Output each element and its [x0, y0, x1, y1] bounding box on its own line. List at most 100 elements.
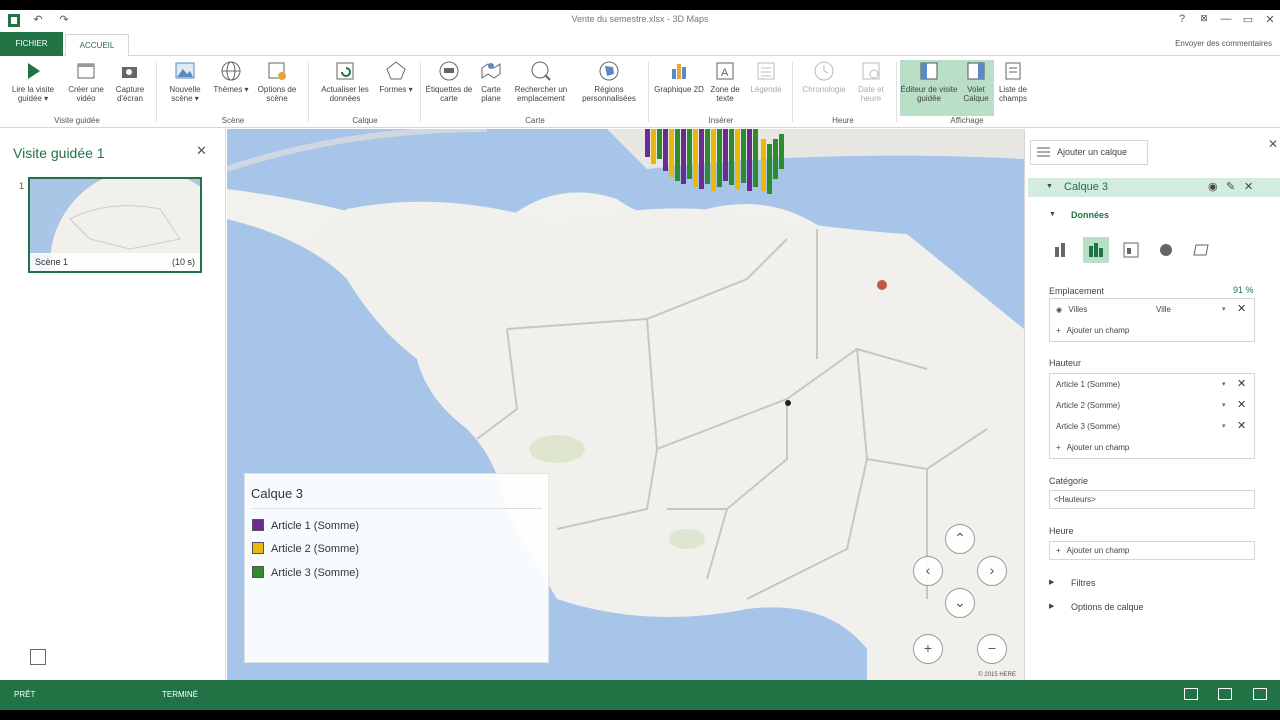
remove-field-icon[interactable]: ✕	[1237, 395, 1246, 416]
normal-view-icon[interactable]	[1184, 688, 1198, 700]
group-separator	[896, 62, 897, 122]
shapes-label: Formes ▾	[379, 85, 413, 94]
height-field-name: Article 3 (Somme)	[1056, 422, 1121, 431]
date-time-button[interactable]: Date et heure	[852, 60, 890, 103]
search-globe-icon	[531, 61, 551, 81]
stacked-column-type-button[interactable]	[1048, 237, 1074, 263]
layer-pane-icon	[967, 62, 985, 80]
add-field-label: Ajouter un champ	[1066, 546, 1130, 555]
timeline-button[interactable]: Chronologie	[796, 60, 852, 94]
chevron-down-icon[interactable]: ▾	[1222, 395, 1226, 416]
capture-button[interactable]: Capture d'écran	[110, 60, 150, 103]
fullscreen-icon[interactable]	[1253, 688, 1267, 700]
tour-panel-close-button[interactable]: ✕	[196, 143, 207, 159]
tilt-up-button[interactable]: ⌃	[945, 524, 975, 554]
field-list-button[interactable]: Liste de champs	[994, 60, 1032, 103]
location-type-value[interactable]: Ville	[1156, 299, 1171, 320]
chevron-down-icon[interactable]: ▾	[1222, 416, 1226, 437]
location-field-row[interactable]: ◉ Villes Ville ▾ ✕	[1050, 299, 1254, 320]
bubble-type-button[interactable]	[1118, 237, 1144, 263]
height-field-row[interactable]: Article 1 (Somme) ▾ ✕	[1050, 374, 1254, 395]
remove-field-icon[interactable]: ✕	[1237, 299, 1246, 320]
scene-options-button[interactable]: Options de scène	[252, 60, 302, 103]
tab-home[interactable]: ACCUEIL	[65, 34, 129, 57]
tour-title: Visite guidée 1	[13, 145, 105, 161]
play-tour-button[interactable]: Lire la visite guidée ▾	[4, 60, 62, 103]
legend-title: Calque 3	[251, 486, 304, 501]
ribbon-display-button[interactable]: ⊠	[1196, 13, 1212, 24]
legend-button[interactable]: Légende	[746, 60, 786, 94]
refresh-data-button[interactable]: Actualiser les données	[314, 60, 376, 103]
zoom-out-button[interactable]: −	[977, 634, 1007, 664]
layer-pane-close-button[interactable]: ✕	[1268, 137, 1278, 151]
tilt-down-button[interactable]: ⌄	[945, 588, 975, 618]
camera-icon	[122, 67, 137, 78]
custom-regions-label: Régions personnalisées	[582, 85, 636, 103]
custom-regions-button[interactable]: Régions personnalisées	[576, 60, 642, 103]
create-video-button[interactable]: Créer une vidéo	[62, 60, 110, 103]
plus-icon: +	[1056, 443, 1061, 452]
shapes-button[interactable]: Formes ▾	[376, 60, 416, 94]
heatmap-type-button[interactable]	[1153, 237, 1179, 263]
group-separator	[156, 62, 157, 122]
height-field-box: Article 1 (Somme) ▾ ✕ Article 2 (Somme) …	[1049, 373, 1255, 459]
category-label: Catégorie	[1049, 476, 1089, 486]
rename-pencil-icon[interactable]: ✎	[1226, 180, 1235, 193]
themes-button[interactable]: Thèmes ▾	[208, 60, 254, 94]
find-location-button[interactable]: Rechercher un emplacement	[508, 60, 574, 103]
add-layer-button[interactable]: Ajouter un calque	[1030, 140, 1148, 165]
bar-chart-icon	[672, 64, 686, 79]
region-type-button[interactable]	[1188, 237, 1214, 263]
flat-map-button[interactable]: Carte plane	[474, 60, 508, 103]
filters-section[interactable]: Filtres	[1071, 578, 1096, 588]
add-field-row[interactable]: + Ajouter un champ	[1050, 437, 1254, 458]
tab-file[interactable]: FICHIER	[0, 32, 63, 56]
close-button[interactable]: ✕	[1262, 13, 1278, 26]
rotate-right-button[interactable]: ›	[977, 556, 1007, 586]
chevron-down-icon[interactable]: ▾	[1222, 374, 1226, 395]
layer-pane-button[interactable]: Volet Calque	[958, 60, 994, 116]
collapse-triangle-icon[interactable]: ▼	[1046, 183, 1053, 190]
layer-header[interactable]: ▼ Calque 3 ◉ ✎ ✕	[1028, 178, 1280, 197]
fit-view-icon[interactable]	[1218, 688, 1232, 700]
location-label: Emplacement	[1049, 286, 1105, 296]
text-box-button[interactable]: A Zone de texte	[704, 60, 746, 103]
visibility-eye-icon[interactable]: ◉	[1208, 180, 1218, 193]
group-label-map: Carte	[525, 116, 545, 125]
radio-icon[interactable]: ◉	[1056, 307, 1062, 314]
layer-options-expand-icon[interactable]: ▶	[1049, 602, 1054, 610]
map-legend[interactable]: Calque 3 Article 1 (Somme) Article 2 (So…	[244, 473, 549, 663]
chevron-down-icon[interactable]: ▾	[1222, 299, 1226, 320]
add-field-row[interactable]: + Ajouter un champ	[1050, 320, 1254, 341]
tour-editor-button[interactable]: Éditeur de visite guidée	[900, 60, 958, 116]
layer-options-section[interactable]: Options de calque	[1071, 602, 1144, 612]
height-field-name: Article 2 (Somme)	[1056, 401, 1121, 410]
rotate-left-button[interactable]: ‹	[913, 556, 943, 586]
time-label: Heure	[1049, 526, 1074, 536]
zoom-in-button[interactable]: +	[913, 634, 943, 664]
category-field[interactable]: <Hauteurs>	[1049, 490, 1255, 509]
filters-expand-icon[interactable]: ▶	[1049, 578, 1054, 586]
play-icon	[28, 63, 40, 79]
remove-field-icon[interactable]: ✕	[1237, 416, 1246, 437]
clustered-column-type-button[interactable]	[1083, 237, 1109, 263]
new-scene-small-icon[interactable]	[30, 649, 46, 665]
group-label-insert: Insérer	[708, 116, 734, 125]
restore-button[interactable]: ▭	[1240, 13, 1256, 26]
minimize-button[interactable]: —	[1218, 13, 1234, 25]
location-confidence[interactable]: 91 %	[1233, 285, 1254, 295]
delete-layer-icon[interactable]: ✕	[1244, 180, 1253, 193]
data-collapse-icon[interactable]: ▼	[1049, 211, 1056, 218]
height-field-row[interactable]: Article 3 (Somme) ▾ ✕	[1050, 416, 1254, 437]
map-labels-label: Étiquettes de carte	[425, 85, 473, 103]
remove-field-icon[interactable]: ✕	[1237, 374, 1246, 395]
scene-thumbnail[interactable]: Scène 1 (10 s)	[28, 177, 202, 273]
help-button[interactable]: ?	[1174, 13, 1190, 25]
play-tour-label: Lire la visite guidée ▾	[11, 85, 55, 103]
height-field-row[interactable]: Article 2 (Somme) ▾ ✕	[1050, 395, 1254, 416]
time-add-field[interactable]: + Ajouter un champ	[1049, 541, 1255, 560]
new-scene-button[interactable]: Nouvelle scène ▾	[162, 60, 208, 103]
map-labels-button[interactable]: Étiquettes de carte	[424, 60, 474, 103]
chart-2d-button[interactable]: Graphique 2D	[654, 60, 704, 94]
send-feedback-link[interactable]: Envoyer des commentaires	[1175, 39, 1272, 48]
